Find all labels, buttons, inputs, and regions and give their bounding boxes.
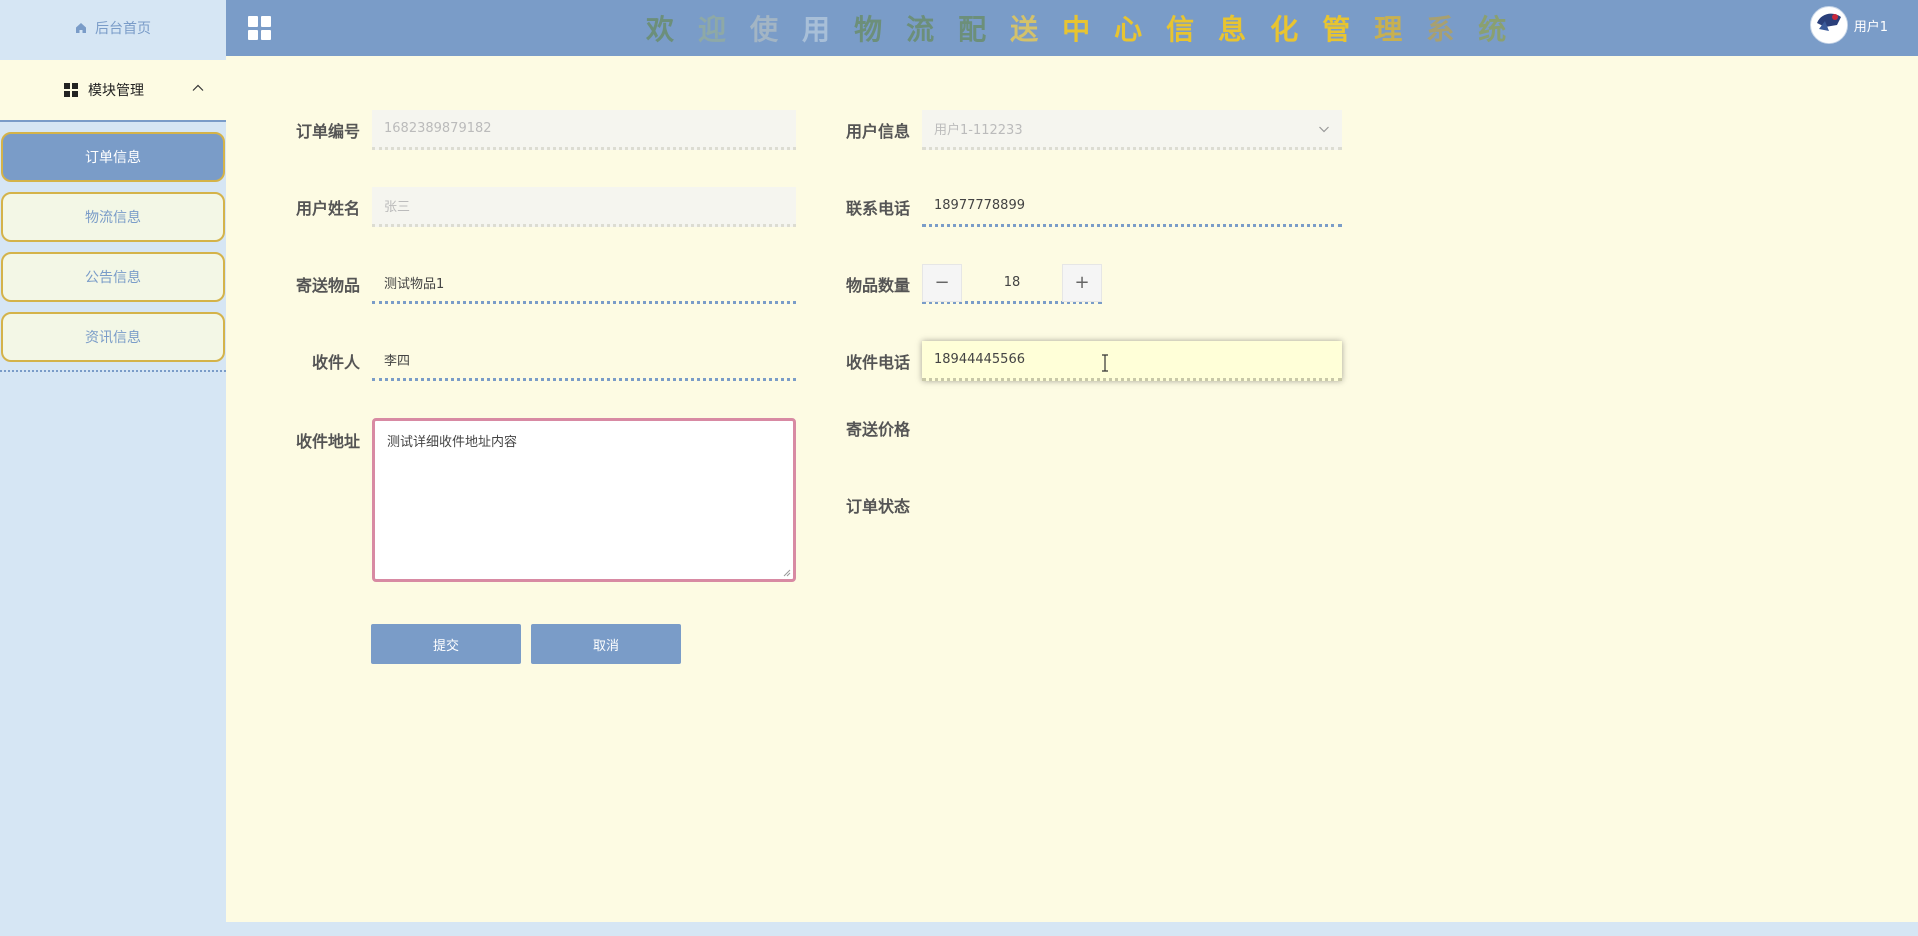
page-title: 欢迎使用物流配送中心信息化管理系统	[646, 8, 1530, 48]
title-char: 理	[1374, 13, 1427, 46]
sidebar-home-link[interactable]: 后台首页	[0, 0, 226, 56]
sidebar-home-label: 后台首页	[95, 21, 151, 37]
user-name-label: 用户姓名	[295, 199, 360, 218]
submit-button[interactable]: 提交	[371, 624, 521, 664]
receiver-phone-label: 收件电话	[845, 353, 910, 372]
receiver-phone-input[interactable]: 18944445566	[922, 341, 1342, 381]
field-phone: 联系电话 18977778899	[830, 187, 1342, 227]
resize-handle-icon[interactable]	[781, 567, 791, 577]
title-char: 息	[1218, 13, 1271, 46]
title-char: 流	[906, 13, 959, 46]
sidebar-module-toggle[interactable]: 模块管理	[0, 60, 226, 122]
sidebar-item-news-info[interactable]: 资讯信息	[1, 312, 225, 362]
main-content: 订单编号 1682389879182 用户信息 用户1-112233 用户姓名 …	[226, 56, 1918, 922]
field-item: 寄送物品 测试物品1	[280, 264, 796, 304]
apps-grid-icon[interactable]	[248, 16, 272, 40]
quantity-stepper: − 18 +	[922, 263, 1102, 304]
sidebar-item-notice-info[interactable]: 公告信息	[1, 252, 225, 302]
address-textarea[interactable]: 测试详细收件地址内容	[372, 418, 796, 582]
sidebar-item-order-info[interactable]: 订单信息	[1, 132, 225, 182]
title-char: 使	[750, 13, 803, 46]
address-label: 收件地址	[295, 432, 360, 451]
field-receiver: 收件人 李四	[280, 341, 796, 381]
field-price: 寄送价格	[830, 418, 922, 440]
quantity-label: 物品数量	[845, 276, 910, 295]
header: 欢迎使用物流配送中心信息化管理系统 用户1	[226, 0, 1918, 56]
phone-input[interactable]: 18977778899	[922, 187, 1342, 227]
status-label: 订单状态	[845, 497, 910, 516]
price-label: 寄送价格	[845, 420, 910, 439]
chevron-down-icon	[1319, 126, 1329, 132]
receiver-label: 收件人	[311, 353, 360, 372]
cancel-button[interactable]: 取消	[531, 624, 681, 664]
text-cursor-icon	[1102, 354, 1108, 372]
sidebar-item-logistics-info[interactable]: 物流信息	[1, 192, 225, 242]
decrement-button[interactable]: −	[922, 263, 962, 302]
user-name-value: 张三	[384, 200, 411, 215]
sidebar-menu: 订单信息 物流信息 公告信息 资讯信息	[0, 122, 226, 362]
phone-value: 18977778899	[934, 198, 1025, 213]
title-char: 管	[1322, 13, 1375, 46]
title-char: 迎	[698, 13, 751, 46]
title-char: 送	[1010, 13, 1063, 46]
sidebar: 后台首页 模块管理 订单信息 物流信息 公告信息 资讯信息	[0, 0, 226, 936]
chevron-up-icon	[192, 84, 204, 91]
receiver-input[interactable]: 李四	[372, 341, 796, 381]
item-value: 测试物品1	[384, 277, 445, 292]
increment-button[interactable]: +	[1062, 263, 1102, 302]
sidebar-divider	[0, 370, 226, 372]
title-char: 心	[1114, 13, 1167, 46]
title-char: 信	[1166, 13, 1219, 46]
address-value: 测试详细收件地址内容	[387, 435, 518, 450]
username: 用户1	[1853, 19, 1888, 35]
avatar-image-icon	[1811, 8, 1847, 43]
quantity-input[interactable]: 18	[962, 275, 1062, 290]
plus-icon: +	[1074, 272, 1090, 293]
minus-icon: −	[934, 272, 950, 293]
user-info-select[interactable]: 用户1-112233	[922, 110, 1342, 150]
module-grid-icon	[64, 83, 78, 97]
user-menu[interactable]: 用户1	[1809, 6, 1888, 44]
avatar	[1809, 6, 1848, 44]
order-no-input[interactable]: 1682389879182	[372, 110, 796, 150]
field-receiver-phone: 收件电话 18944445566	[830, 341, 1342, 381]
field-address: 收件地址 测试详细收件地址内容	[280, 418, 796, 582]
title-char: 化	[1270, 13, 1323, 46]
user-info-label: 用户信息	[845, 122, 910, 141]
home-icon	[76, 23, 86, 33]
title-char: 中	[1062, 13, 1115, 46]
receiver-phone-value: 18944445566	[934, 352, 1025, 367]
field-quantity: 物品数量 − 18 +	[830, 263, 1102, 304]
user-info-value: 用户1-112233	[934, 123, 1023, 138]
phone-label: 联系电话	[845, 199, 910, 218]
user-name-input[interactable]: 张三	[372, 187, 796, 227]
title-char: 统	[1478, 13, 1531, 46]
order-no-label: 订单编号	[295, 122, 360, 141]
sidebar-item-label: 公告信息	[85, 270, 141, 286]
field-user-name: 用户姓名 张三	[280, 187, 796, 227]
sidebar-item-label: 资讯信息	[85, 330, 141, 346]
item-label: 寄送物品	[295, 276, 360, 295]
bottom-bar	[0, 922, 1918, 936]
sidebar-item-label: 物流信息	[85, 210, 141, 226]
receiver-value: 李四	[384, 354, 411, 369]
title-char: 欢	[646, 13, 699, 46]
title-char: 用	[802, 13, 855, 46]
field-order-no: 订单编号 1682389879182	[280, 110, 796, 150]
order-no-value: 1682389879182	[384, 121, 492, 136]
title-char: 物	[854, 13, 907, 46]
item-input[interactable]: 测试物品1	[372, 264, 796, 304]
field-status: 订单状态	[830, 493, 922, 517]
sidebar-item-label: 订单信息	[85, 150, 141, 166]
sidebar-module-label: 模块管理	[88, 83, 144, 99]
field-user-info: 用户信息 用户1-112233	[830, 110, 1342, 150]
title-char: 配	[958, 13, 1011, 46]
title-char: 系	[1426, 13, 1479, 46]
